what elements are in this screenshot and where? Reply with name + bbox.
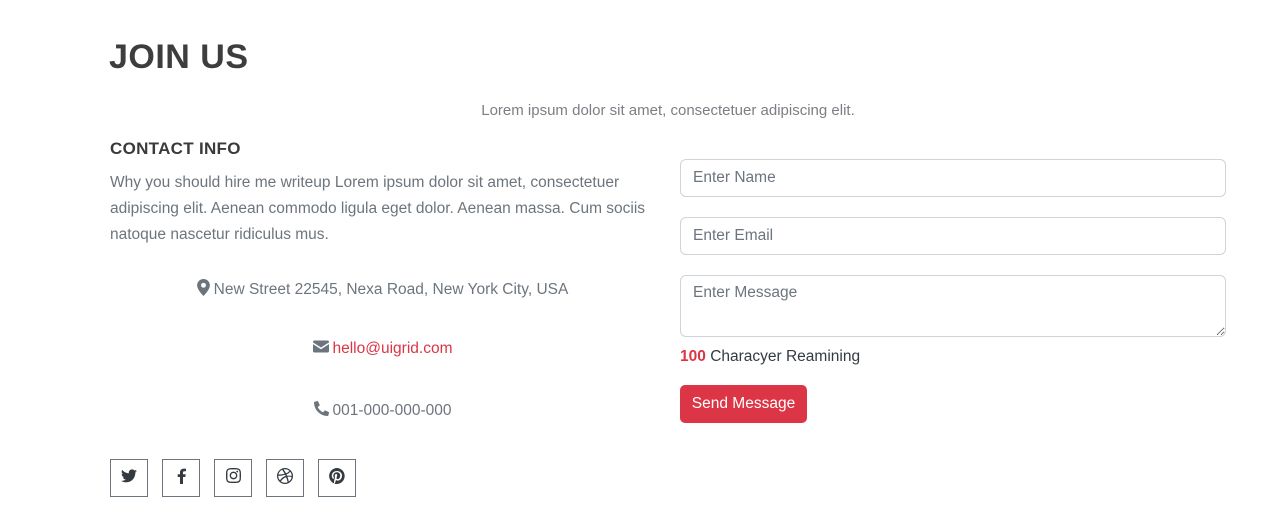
page-title: JOIN US [109,38,249,76]
section-subtitle: Lorem ipsum dolor sit amet, consectetuer… [481,102,855,119]
instagram-icon [225,468,241,488]
email-input[interactable] [680,217,1226,255]
instagram-button[interactable] [214,459,252,497]
name-input[interactable] [680,159,1226,197]
facebook-icon [177,468,186,489]
message-textarea[interactable] [680,275,1226,337]
phone-text: 001-000-000-000 [332,402,452,419]
twitter-button[interactable] [110,459,148,497]
phone-row: 001-000-000-000 [110,401,655,421]
dribbble-button[interactable] [266,459,304,497]
character-counter-label: Characyer Reamining [710,348,861,365]
contact-description: Why you should hire me writeup Lorem ips… [110,174,646,243]
facebook-button[interactable] [162,459,200,497]
dribbble-icon [277,467,293,489]
email-link[interactable]: hello@uigrid.com [333,340,453,358]
pinterest-icon [329,467,345,489]
envelope-icon [312,340,329,358]
address-text: New Street 22545, Nexa Road, New York Ci… [213,281,569,298]
email-row: hello@uigrid.com [110,340,655,358]
map-marker-icon [196,279,210,301]
send-message-button[interactable]: Send Message [680,385,807,423]
contact-info-heading: CONTACT INFO [110,139,241,158]
pinterest-button[interactable] [318,459,356,497]
character-count: 100 [680,348,706,365]
character-counter: 100 Characyer Reamining [680,348,860,366]
address-row: New Street 22545, Nexa Road, New York Ci… [110,279,655,301]
phone-icon [313,401,329,421]
twitter-icon [121,468,137,488]
social-links [110,459,356,497]
